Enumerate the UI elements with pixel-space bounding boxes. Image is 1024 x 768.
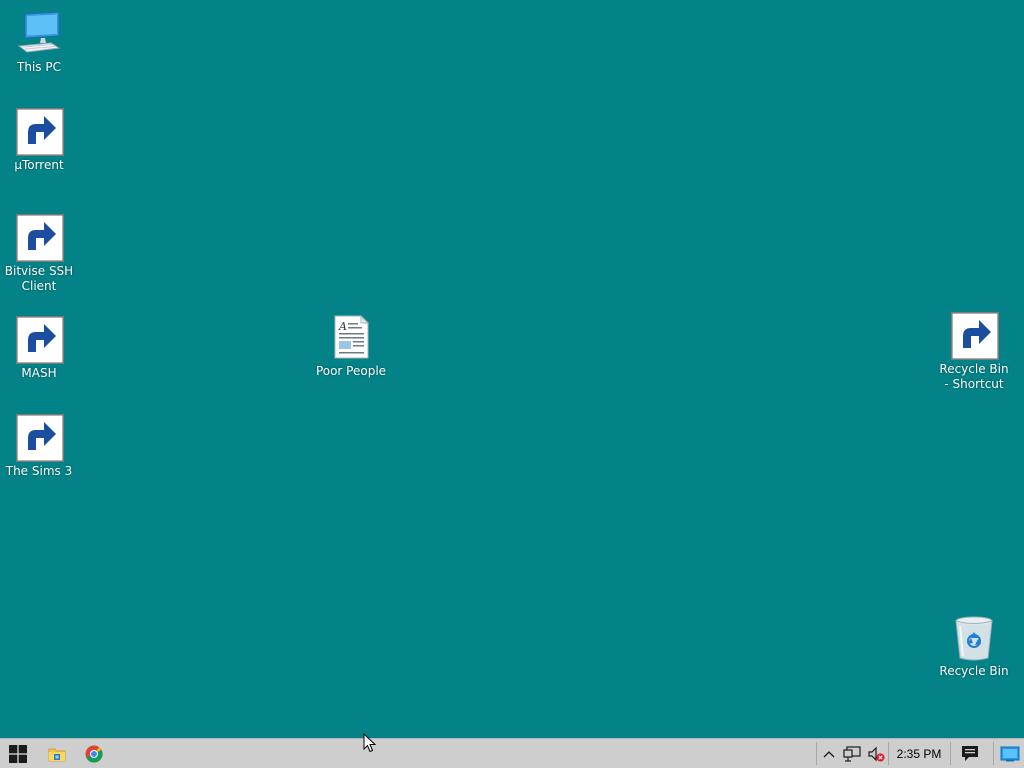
bitvise-cloud-icon xyxy=(15,214,64,262)
computer-icon xyxy=(15,10,63,58)
recycle-bin-icon xyxy=(950,312,999,360)
chrome-button[interactable] xyxy=(76,739,112,768)
desktop-icon-the-sims-3[interactable]: The Sims 3 xyxy=(1,414,77,479)
desktop-icon-bitvise[interactable]: Bitvise SSH Client xyxy=(1,214,77,294)
desktop-icon-label: Recycle Bin - Shortcut xyxy=(939,362,1009,391)
start-icon xyxy=(9,744,27,763)
desktop-icon-label: MASH xyxy=(21,366,57,380)
desktop-icon-this-pc[interactable]: This PC xyxy=(1,10,77,75)
volume-tray-button[interactable] xyxy=(864,739,888,768)
action-center-button[interactable] xyxy=(952,739,988,768)
desktop-icon-utorrent[interactable]: µTorrent xyxy=(1,108,77,173)
desktop-icon-recycle-bin[interactable]: Recycle Bin xyxy=(936,614,1012,679)
utorrent-icon xyxy=(15,108,64,156)
shortcut-arrow-icon xyxy=(16,316,64,364)
taskbar-clock[interactable]: 2:35 PM xyxy=(889,739,949,768)
chrome-icon xyxy=(85,745,103,763)
taskbar: 2:35 PM xyxy=(0,738,1024,768)
action-center-icon xyxy=(962,746,978,761)
network-tray-button[interactable] xyxy=(841,739,863,768)
desktop-icon-label: Poor People xyxy=(315,364,387,378)
svg-text:A: A xyxy=(338,320,347,333)
desktop-icon-label: The Sims 3 xyxy=(5,464,73,478)
recycle-bin-icon xyxy=(950,614,998,662)
shortcut-arrow-icon xyxy=(16,108,64,156)
document-icon: A xyxy=(327,314,375,362)
desktop[interactable]: This PC µTorrent Bitvise SSH Client MASH… xyxy=(0,0,1024,738)
file-explorer-icon xyxy=(48,748,66,761)
start-button[interactable] xyxy=(0,739,36,768)
volume-muted-icon xyxy=(868,746,885,761)
show-desktop-icon xyxy=(1000,746,1020,761)
desktop-icon-label: Bitvise SSH Client xyxy=(4,264,74,293)
shortcut-arrow-icon xyxy=(16,414,64,462)
tray-separator xyxy=(950,742,951,765)
desktop-icon-recycle-bin-shortcut[interactable]: Recycle Bin - Shortcut xyxy=(936,312,1012,392)
tray-separator xyxy=(993,742,994,765)
desktop-icon-label: µTorrent xyxy=(14,158,64,172)
shortcut-arrow-icon xyxy=(951,312,999,360)
show-hidden-icons-button[interactable] xyxy=(818,739,840,768)
desktop-icon-poor-people[interactable]: A Poor People xyxy=(313,314,389,379)
network-icon xyxy=(843,745,861,762)
desktop-icon-mash[interactable]: MASH xyxy=(1,316,77,381)
file-explorer-button[interactable] xyxy=(39,739,75,768)
chevron-up-icon xyxy=(823,750,835,757)
shortcut-arrow-icon xyxy=(16,214,64,262)
tray-separator xyxy=(816,742,817,765)
show-desktop-button[interactable] xyxy=(996,739,1024,768)
mash-hat-icon xyxy=(15,316,64,364)
mouse-cursor-icon xyxy=(363,733,376,753)
blank-file-icon xyxy=(15,414,64,462)
desktop-icon-label: This PC xyxy=(17,60,61,74)
desktop-icon-label: Recycle Bin xyxy=(939,664,1009,678)
